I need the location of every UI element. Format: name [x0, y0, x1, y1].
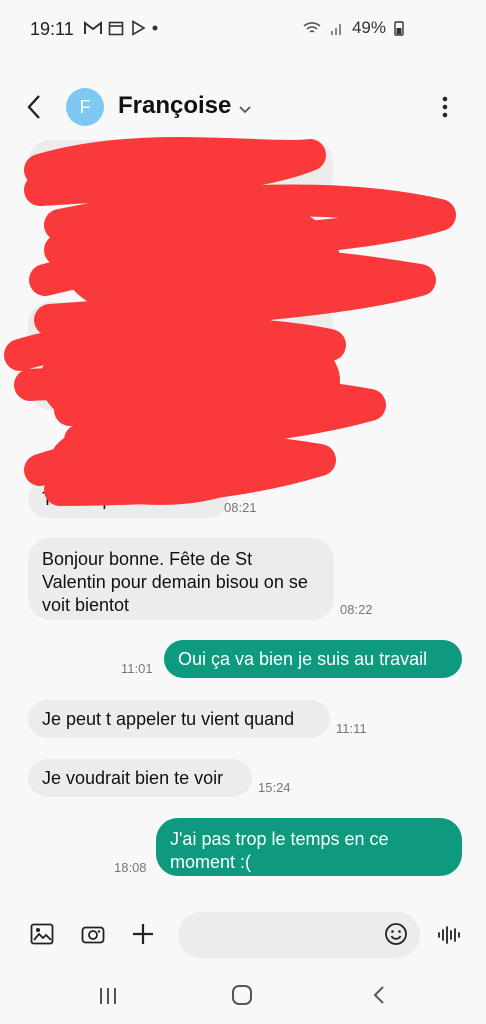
message-time: 18:08: [114, 860, 147, 875]
more-options-button[interactable]: [442, 96, 448, 123]
voice-button[interactable]: [436, 922, 462, 948]
back-nav-button[interactable]: [366, 982, 392, 1008]
play-store-icon: [132, 20, 146, 36]
incoming-message[interactable]: Bonjour bonne. Fête de St Valentin pour …: [28, 538, 334, 620]
avatar-letter: F: [79, 96, 91, 117]
more-vert-icon: [442, 96, 448, 118]
redaction-scribble: [4, 137, 456, 506]
notification-icons: [84, 20, 158, 36]
signal-icon: [330, 24, 341, 35]
status-right: 49%: [302, 18, 404, 38]
message-time: 11:01: [121, 661, 153, 676]
outgoing-message[interactable]: Oui ça va bien je suis au travail: [164, 640, 462, 678]
voice-icon: [438, 926, 460, 944]
avatar[interactable]: F: [66, 88, 104, 126]
message-text: J'ai pas trop le temps en ce moment :(: [170, 829, 389, 872]
dot-icon: [152, 25, 158, 31]
message-text: Bonjour bonne. Fête de St Valentin pour …: [42, 549, 308, 615]
back-nav-icon: [373, 986, 384, 1004]
wifi-icon: [303, 22, 321, 33]
recents-icon: [100, 988, 116, 1004]
camera-icon: [81, 926, 105, 944]
camera-button[interactable]: [79, 920, 107, 948]
add-attachment-button[interactable]: [129, 920, 157, 948]
message-time: 15:24: [258, 780, 291, 795]
conversation-header: F Françoise: [0, 80, 486, 136]
calendar-icon: [108, 21, 124, 36]
message-time: 08:22: [340, 602, 373, 617]
incoming-message[interactable]: Je voudrait bien te voir: [28, 759, 252, 797]
battery-icon: [394, 21, 404, 36]
incoming-message[interactable]: Je peut t appeler tu vient quand: [28, 700, 330, 738]
home-icon: [232, 985, 252, 1005]
recents-button[interactable]: [96, 984, 120, 1008]
status-bar: 19:11 49%: [0, 0, 486, 60]
gallery-icon: [30, 923, 54, 945]
back-button[interactable]: [26, 94, 42, 125]
home-button[interactable]: [229, 982, 255, 1008]
contact-name[interactable]: Françoise: [118, 92, 231, 120]
system-nav-bar: [0, 970, 486, 1024]
message-text: Oui ça va bien je suis au travail: [178, 649, 428, 669]
emoji-icon: [385, 923, 407, 945]
status-time: 19:11: [30, 19, 74, 39]
chevron-down-icon: [239, 106, 251, 114]
plus-icon: [133, 924, 153, 944]
message-input[interactable]: [178, 912, 420, 958]
gmail-icon: [84, 21, 102, 34]
message-text: Je voudrait bien te voir: [42, 768, 224, 788]
emoji-button[interactable]: [384, 922, 408, 951]
compose-bar: [0, 900, 486, 970]
battery-percent: 49%: [351, 18, 386, 37]
outgoing-message[interactable]: J'ai pas trop le temps en ce moment :(: [156, 818, 462, 876]
back-arrow-icon: [27, 95, 40, 119]
gallery-button[interactable]: [28, 920, 56, 948]
message-time: 11:11: [336, 721, 367, 736]
contact-dropdown[interactable]: [238, 102, 252, 120]
message-text: Je peut t appeler tu vient quand: [42, 709, 295, 729]
